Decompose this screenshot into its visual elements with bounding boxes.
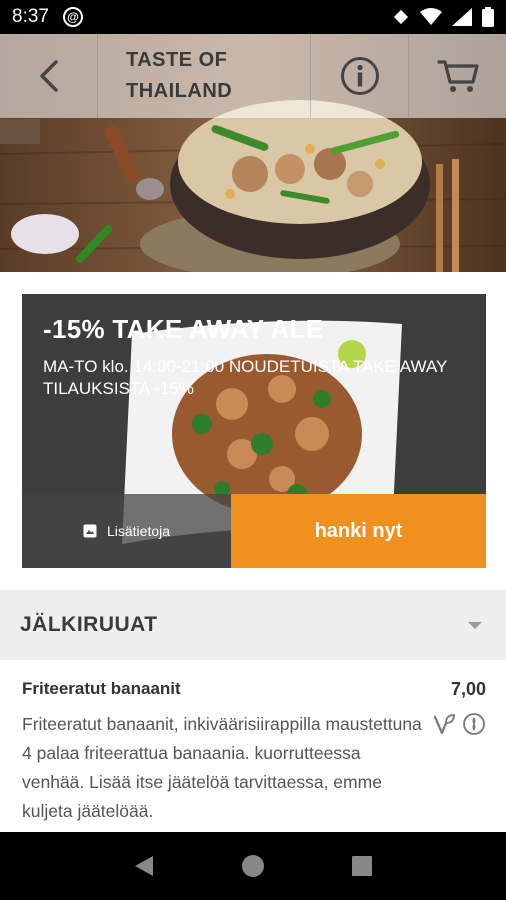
diet-icons	[432, 712, 486, 736]
gluten-free-icon	[463, 713, 485, 735]
vegan-icon	[433, 714, 455, 735]
get-now-button[interactable]: hanki nyt	[231, 494, 486, 568]
nav-back-icon[interactable]	[133, 854, 155, 878]
cart-icon	[436, 60, 479, 92]
status-bar: 8:37 @	[0, 0, 506, 34]
category-title: JÄLKIRUUAT	[20, 613, 158, 636]
page-title: TASTE OF THAILAND	[126, 49, 233, 102]
more-info-button[interactable]: Lisätietoja	[22, 494, 231, 568]
chevron-down-icon	[468, 621, 482, 629]
status-icons	[392, 7, 494, 27]
promo-banner[interactable]: -15% TAKE AWAY ALE MA-TO klo. 14:00-21:0…	[22, 294, 486, 568]
back-arrow-icon	[39, 60, 58, 92]
page-title-cell: TASTE OF THAILAND	[98, 34, 311, 118]
system-nav-bar	[0, 832, 506, 900]
back-button[interactable]	[0, 34, 98, 118]
at-sign-icon: @	[62, 7, 83, 27]
item-description: Friteeratut banaanit, inkiväärisiirappil…	[22, 714, 422, 821]
info-icon	[340, 57, 379, 95]
nav-home-icon[interactable]	[241, 854, 265, 878]
promo-description: MA-TO klo. 14:00-21:00 NOUDETUISTA TAKE …	[43, 357, 448, 398]
battery-icon	[482, 7, 494, 27]
category-header[interactable]: JÄLKIRUUAT	[0, 590, 506, 660]
info-button[interactable]	[311, 34, 409, 118]
app-header: TASTE OF THAILAND	[0, 34, 506, 118]
notification-diamond-icon	[393, 9, 409, 25]
cart-button[interactable]	[409, 34, 506, 118]
image-icon	[83, 524, 97, 538]
more-info-label: Lisätietoja	[106, 523, 171, 539]
menu-item[interactable]: Friteeratut banaanit 7,00 Friteeratut ba…	[22, 676, 486, 822]
status-time: 8:37	[12, 6, 49, 27]
wifi-icon	[420, 8, 442, 25]
item-name: Friteeratut banaanit	[22, 679, 181, 698]
item-price: 7,00	[450, 678, 486, 699]
signal-icon	[452, 8, 472, 26]
nav-recents-icon[interactable]	[351, 855, 373, 877]
promo-title: -15% TAKE AWAY ALE	[43, 314, 324, 344]
